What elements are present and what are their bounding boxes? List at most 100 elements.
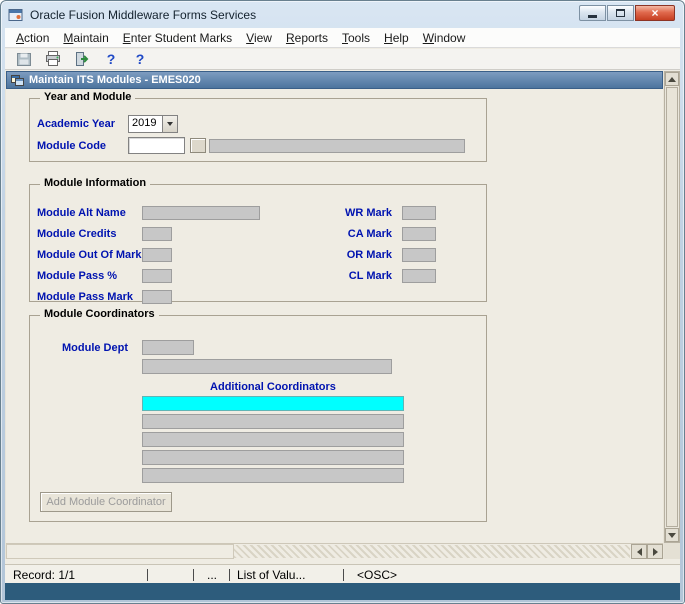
- exit-button[interactable]: [71, 50, 93, 69]
- statusbar-separator: [193, 569, 194, 581]
- cl-mark-label: CL Mark: [330, 270, 392, 282]
- or-mark-label: OR Mark: [330, 249, 392, 261]
- statusbar-ellipsis: ...: [207, 568, 217, 582]
- ca-mark-field: [402, 227, 436, 241]
- wr-mark-label: WR Mark: [330, 207, 392, 219]
- menu-maintain[interactable]: Maintain: [56, 29, 115, 47]
- menu-view[interactable]: View: [239, 29, 279, 47]
- module-pass-mark-label: Module Pass Mark: [37, 291, 133, 303]
- group-info-legend: Module Information: [40, 177, 150, 189]
- minimize-icon: [588, 15, 597, 18]
- module-out-of-mark-label: Module Out Of Mark: [37, 249, 142, 261]
- vertical-scrollbar[interactable]: [664, 71, 680, 543]
- save-button[interactable]: [13, 50, 35, 69]
- client-area: Action Maintain Enter Student Marks View…: [5, 28, 680, 600]
- list-of-values-indicator: List of Valu...: [237, 568, 305, 582]
- arrow-right-icon: [653, 548, 658, 556]
- print-icon: [44, 50, 62, 68]
- module-out-of-mark-field: [142, 248, 172, 262]
- examine-help-button[interactable]: ?: [129, 50, 151, 69]
- academic-year-combo[interactable]: 2019: [128, 115, 178, 133]
- module-description-field: [209, 139, 465, 153]
- module-credits-field: [142, 227, 172, 241]
- module-code-label: Module Code: [37, 140, 106, 152]
- help-button[interactable]: ?: [100, 50, 122, 69]
- statusbar-separator: [343, 569, 344, 581]
- save-icon: [15, 50, 33, 68]
- coordinator-row-2[interactable]: [142, 414, 404, 429]
- help-icon: ?: [107, 51, 116, 67]
- academic-year-label: Academic Year: [37, 118, 115, 130]
- statusbar: Record: 1/1 ... List of Valu... <OSC>: [5, 564, 680, 585]
- arrow-up-icon: [668, 77, 676, 82]
- scroll-up-button[interactable]: [665, 72, 679, 86]
- group-module-coordinators: Module Coordinators Module Dept Addition…: [29, 315, 487, 522]
- module-code-input[interactable]: [128, 137, 185, 154]
- module-pass-pct-field: [142, 269, 172, 283]
- statusbar-separator: [229, 569, 230, 581]
- statusbar-separator: [147, 569, 148, 581]
- module-dept-code-field: [142, 340, 194, 355]
- menubar: Action Maintain Enter Student Marks View…: [5, 28, 680, 48]
- arrow-left-icon: [637, 548, 642, 556]
- form-canvas: Year and Module Academic Year 2019 Modul…: [6, 89, 663, 543]
- question-icon: ?: [136, 51, 145, 67]
- scroll-right-button[interactable]: [647, 544, 663, 559]
- menu-help[interactable]: Help: [377, 29, 416, 47]
- window-titlebar[interactable]: Oracle Fusion Middleware Forms Services …: [1, 1, 684, 28]
- or-mark-field: [402, 248, 436, 262]
- additional-coordinators-label: Additional Coordinators: [142, 381, 404, 393]
- coordinator-row-1-selected[interactable]: [142, 396, 404, 411]
- module-dept-label: Module Dept: [62, 342, 128, 354]
- coordinator-row-4[interactable]: [142, 450, 404, 465]
- scroll-left-button[interactable]: [631, 544, 647, 559]
- menu-window[interactable]: Window: [416, 29, 473, 47]
- menu-action[interactable]: Action: [9, 29, 56, 47]
- chevron-down-icon[interactable]: [162, 116, 177, 132]
- group-coordinators-legend: Module Coordinators: [40, 308, 159, 320]
- close-button[interactable]: ×: [635, 5, 675, 21]
- form-title: Maintain ITS Modules - EMES020: [29, 74, 201, 86]
- form-workarea: Maintain ITS Modules - EMES020 Year and …: [5, 71, 680, 559]
- module-alt-name-label: Module Alt Name: [37, 207, 126, 219]
- arrow-down-icon: [668, 533, 676, 538]
- horizontal-scroll-thumb[interactable]: [6, 544, 234, 559]
- coordinator-row-3[interactable]: [142, 432, 404, 447]
- menu-enter-student-marks[interactable]: Enter Student Marks: [116, 29, 239, 47]
- module-alt-name-field: [142, 206, 260, 220]
- group-year-legend: Year and Module: [40, 91, 135, 103]
- toolbar: ? ?: [5, 49, 680, 70]
- bottom-border-strip: [5, 583, 680, 600]
- menu-reports[interactable]: Reports: [279, 29, 335, 47]
- add-module-coordinator-button[interactable]: Add Module Coordinator: [40, 492, 172, 512]
- module-credits-label: Module Credits: [37, 228, 116, 240]
- osc-indicator: <OSC>: [357, 568, 397, 582]
- form-titlebar[interactable]: Maintain ITS Modules - EMES020: [6, 71, 663, 89]
- record-indicator: Record: 1/1: [13, 568, 75, 582]
- form-icon: [11, 74, 24, 87]
- exit-icon: [73, 50, 91, 68]
- group-module-information: Module Information Module Alt Name Modul…: [29, 184, 487, 302]
- module-code-lov-button[interactable]: [190, 138, 206, 153]
- coordinator-row-5[interactable]: [142, 468, 404, 483]
- maximize-button[interactable]: [607, 5, 634, 21]
- ca-mark-label: CA Mark: [330, 228, 392, 240]
- horizontal-scroll-track[interactable]: [234, 545, 630, 558]
- app-window: Oracle Fusion Middleware Forms Services …: [0, 0, 685, 604]
- maximize-icon: [616, 9, 625, 17]
- group-year-and-module: Year and Module Academic Year 2019 Modul…: [29, 98, 487, 162]
- vertical-scroll-thumb[interactable]: [666, 87, 678, 527]
- scroll-down-button[interactable]: [665, 528, 679, 542]
- minimize-button[interactable]: [579, 5, 606, 21]
- window-title: Oracle Fusion Middleware Forms Services: [30, 8, 256, 22]
- oracle-forms-icon: [8, 7, 24, 23]
- module-pass-mark-field: [142, 290, 172, 304]
- close-icon: ×: [651, 7, 658, 19]
- horizontal-scrollbar[interactable]: [6, 543, 663, 559]
- module-dept-name-field: [142, 359, 392, 374]
- cl-mark-field: [402, 269, 436, 283]
- add-module-coordinator-label: Add Module Coordinator: [46, 496, 165, 508]
- menu-tools[interactable]: Tools: [335, 29, 377, 47]
- window-controls: ×: [578, 5, 675, 21]
- print-button[interactable]: [42, 50, 64, 69]
